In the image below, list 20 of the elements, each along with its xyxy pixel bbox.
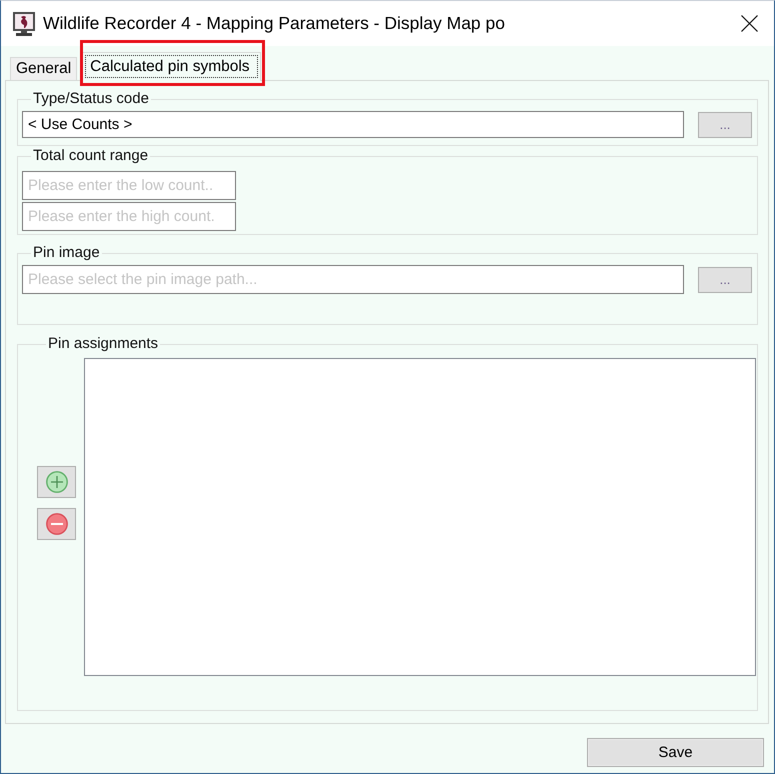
type-status-field[interactable]: < Use Counts > (22, 111, 684, 138)
close-icon (740, 15, 758, 32)
low-count-field[interactable]: Please enter the low count.. (22, 171, 236, 200)
add-button[interactable] (37, 466, 76, 498)
group-label: Pin image (32, 245, 101, 261)
remove-button[interactable] (37, 508, 76, 540)
browse-button[interactable]: ... (698, 266, 752, 292)
high-count-field[interactable]: Please enter the high count. (22, 202, 236, 231)
monitor-bird-icon (12, 10, 36, 36)
window-title: Wildlife Recorder 4 - Mapping Parameters - Display Map po (43, 13, 505, 34)
group-label: Total count range (32, 148, 150, 164)
browse-button[interactable]: ... (698, 112, 752, 138)
save-button[interactable]: Save (587, 738, 764, 767)
group-label: Type/Status code (32, 91, 150, 107)
tab[interactable]: General (10, 57, 78, 80)
pin-image-path-field[interactable]: Please select the pin image path... (22, 265, 684, 294)
tab[interactable]: Calculated pin symbols (82, 52, 261, 81)
group-label: Pin assignments (47, 336, 160, 352)
plus-circle-icon (46, 471, 68, 493)
minus-circle-icon (46, 513, 68, 535)
